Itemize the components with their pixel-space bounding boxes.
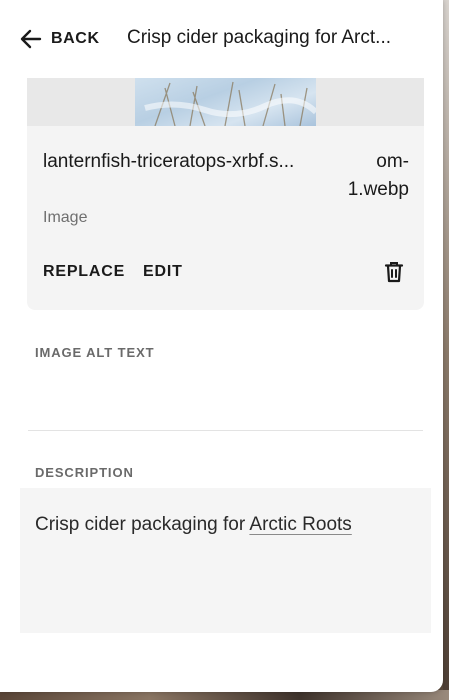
file-type-label: Image — [43, 209, 88, 226]
delete-button[interactable] — [382, 260, 406, 284]
image-settings-panel: BACK Crisp cider packaging for Arct... l… — [0, 0, 443, 692]
arrow-left-icon — [20, 29, 42, 49]
description-link[interactable]: Arctic Roots — [249, 514, 351, 535]
back-button[interactable]: BACK — [18, 24, 100, 54]
description-field[interactable]: Crisp cider packaging for Arctic Roots — [20, 488, 431, 633]
image-preview-area — [27, 78, 424, 126]
field-divider — [28, 430, 423, 431]
filename-second-part: om- 1.webp — [347, 151, 409, 200]
page-title: Crisp cider packaging for Arct... — [127, 27, 391, 48]
description-label: DESCRIPTION — [35, 465, 134, 480]
alt-text-label: IMAGE ALT TEXT — [35, 345, 155, 360]
alt-text-input[interactable] — [35, 368, 427, 420]
image-thumbnail[interactable] — [135, 78, 316, 126]
edit-button[interactable]: EDIT — [143, 263, 183, 281]
panel-header: BACK Crisp cider packaging for Arct... — [0, 0, 443, 78]
background-photo-right-edge — [443, 0, 449, 700]
description-text: Crisp cider packaging for Arctic Roots — [35, 514, 352, 536]
image-card: lanternfish-triceratops-xrbf.s... om- 1.… — [27, 78, 424, 310]
replace-button[interactable]: REPLACE — [43, 263, 125, 281]
trash-icon — [384, 262, 404, 283]
back-button-label: BACK — [51, 30, 100, 47]
description-text-prefix: Crisp cider packaging for — [35, 514, 250, 535]
filename-first-line: lanternfish-triceratops-xrbf.s... — [43, 151, 295, 172]
